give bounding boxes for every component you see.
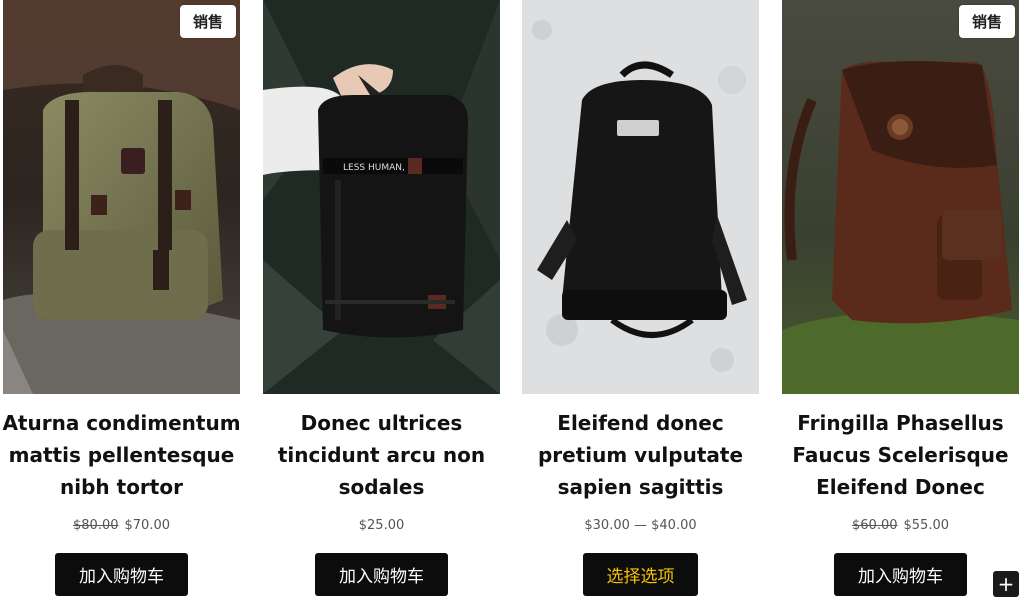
original-price: $60.00	[852, 518, 898, 533]
select-options-button[interactable]: 选择选项	[583, 553, 698, 596]
product-price: $80.00 $70.00	[3, 518, 240, 533]
product-grid: 销售 Aturna condimentum mattis pellentesqu…	[2, 0, 1019, 604]
price-range: $30.00 — $40.00	[584, 518, 697, 533]
add-to-cart-button[interactable]: 加入购物车	[55, 553, 188, 596]
sale-price: $55.00	[903, 518, 950, 533]
price: $25.00	[358, 518, 405, 533]
product-image[interactable]	[522, 0, 759, 394]
product-image[interactable]	[782, 0, 1019, 394]
product-price: $25.00	[263, 518, 500, 533]
add-to-cart-button[interactable]: 加入购物车	[834, 553, 967, 596]
sale-badge: 销售	[180, 5, 236, 38]
product-title[interactable]: Donec ultrices tincidunt arcu non sodale…	[259, 407, 504, 503]
add-to-cart-button[interactable]: 加入购物车	[315, 553, 448, 596]
product-title[interactable]: Fringilla Phasellus Faucus Scelerisque E…	[778, 407, 1023, 503]
original-price: $80.00	[73, 518, 119, 533]
product-card: LESS HUMAN, RE Donec ultrices tincidunt …	[263, 0, 500, 604]
product-card: 销售 Fringilla Phasellus Faucus Scelerisqu…	[782, 0, 1019, 604]
product-title[interactable]: Eleifend donec pretium vulputate sapien …	[518, 407, 763, 503]
product-image[interactable]	[3, 0, 240, 394]
product-title[interactable]: Aturna condimentum mattis pellentesque n…	[0, 407, 244, 503]
product-card: Eleifend donec pretium vulputate sapien …	[522, 0, 759, 604]
product-image[interactable]: LESS HUMAN, RE	[263, 0, 500, 394]
plus-icon[interactable]: +	[993, 571, 1019, 597]
product-card: 销售 Aturna condimentum mattis pellentesqu…	[2, 0, 241, 604]
product-price: $30.00 — $40.00	[522, 518, 759, 533]
product-price: $60.00 $55.00	[782, 518, 1019, 533]
sale-badge: 销售	[959, 5, 1015, 38]
sale-price: $70.00	[124, 518, 171, 533]
